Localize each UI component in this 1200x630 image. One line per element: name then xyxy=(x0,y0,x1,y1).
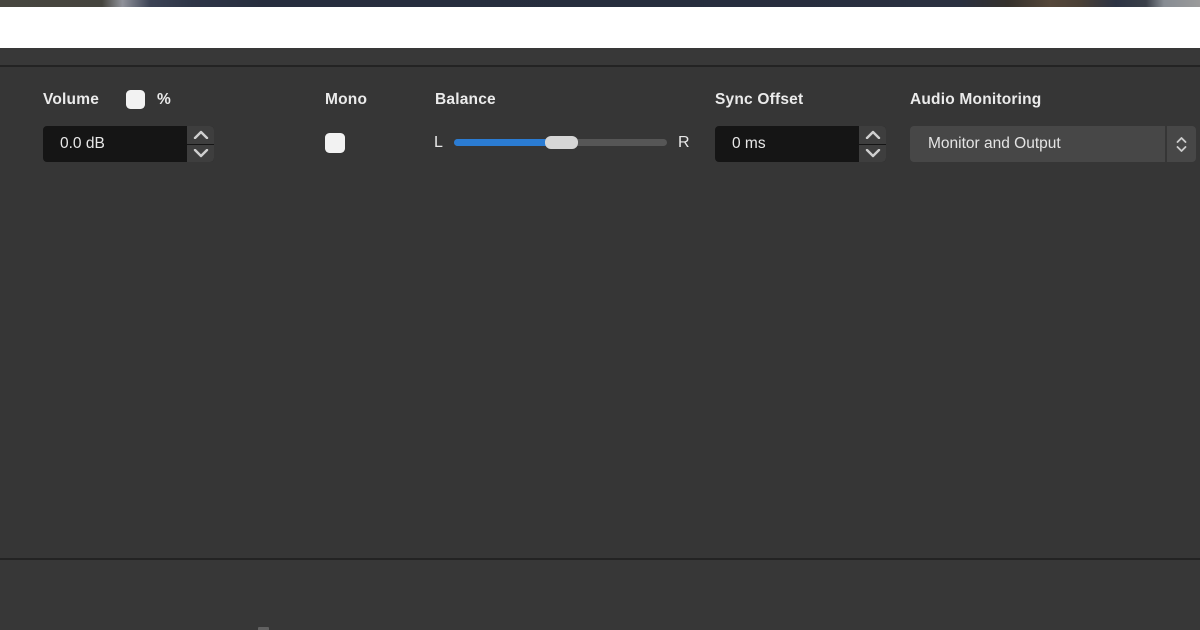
balance-right-label: R xyxy=(678,134,690,151)
volume-percent-checkbox[interactable] xyxy=(126,90,145,109)
volume-spinbox[interactable]: 0.0 dB xyxy=(43,126,214,162)
volume-spin-buttons xyxy=(187,126,214,162)
chevron-down-icon xyxy=(1176,145,1187,152)
mono-label: Mono xyxy=(325,91,368,108)
sync-offset-spin-buttons xyxy=(859,126,886,162)
dialog-top-blank-area xyxy=(0,7,1200,48)
balance-label: Balance xyxy=(435,91,496,108)
chevron-up-icon xyxy=(193,131,208,140)
audio-monitoring-dropdown-field[interactable]: Monitor and Output xyxy=(910,126,1165,162)
volume-value: 0.0 dB xyxy=(60,135,105,152)
balance-left-label: L xyxy=(434,134,443,151)
balance-fill xyxy=(454,139,549,146)
audio-monitoring-dropdown-arrows[interactable] xyxy=(1167,126,1196,162)
sync-offset-increase-button[interactable] xyxy=(859,126,886,144)
chevron-down-icon xyxy=(865,148,880,157)
mono-checkbox[interactable] xyxy=(325,133,345,153)
volume-decrease-button[interactable] xyxy=(187,144,214,162)
volume-label: Volume xyxy=(43,91,100,108)
audio-monitoring-dropdown[interactable]: Monitor and Output xyxy=(910,126,1196,162)
sync-offset-decrease-button[interactable] xyxy=(859,144,886,162)
panel-footer-strip xyxy=(0,558,1200,630)
balance-slider[interactable] xyxy=(454,136,667,149)
volume-increase-button[interactable] xyxy=(187,126,214,144)
chevron-up-icon xyxy=(1176,136,1187,143)
audio-monitoring-selected-value: Monitor and Output xyxy=(928,135,1061,152)
audio-monitoring-label: Audio Monitoring xyxy=(910,91,1042,108)
sync-offset-spinbox[interactable]: 0 ms xyxy=(715,126,886,162)
advanced-audio-properties-panel: Volume % 0.0 dB Mono Balance L R Sync Of… xyxy=(0,0,1200,630)
balance-handle[interactable] xyxy=(545,136,579,149)
sync-offset-label: Sync Offset xyxy=(715,91,804,108)
chevron-up-icon xyxy=(865,131,880,140)
chevron-down-icon xyxy=(193,148,208,157)
sync-offset-value: 0 ms xyxy=(732,135,766,152)
panel-header-strip xyxy=(0,48,1200,67)
volume-percent-label: % xyxy=(157,91,171,108)
window-preview-sliver xyxy=(0,0,1200,7)
